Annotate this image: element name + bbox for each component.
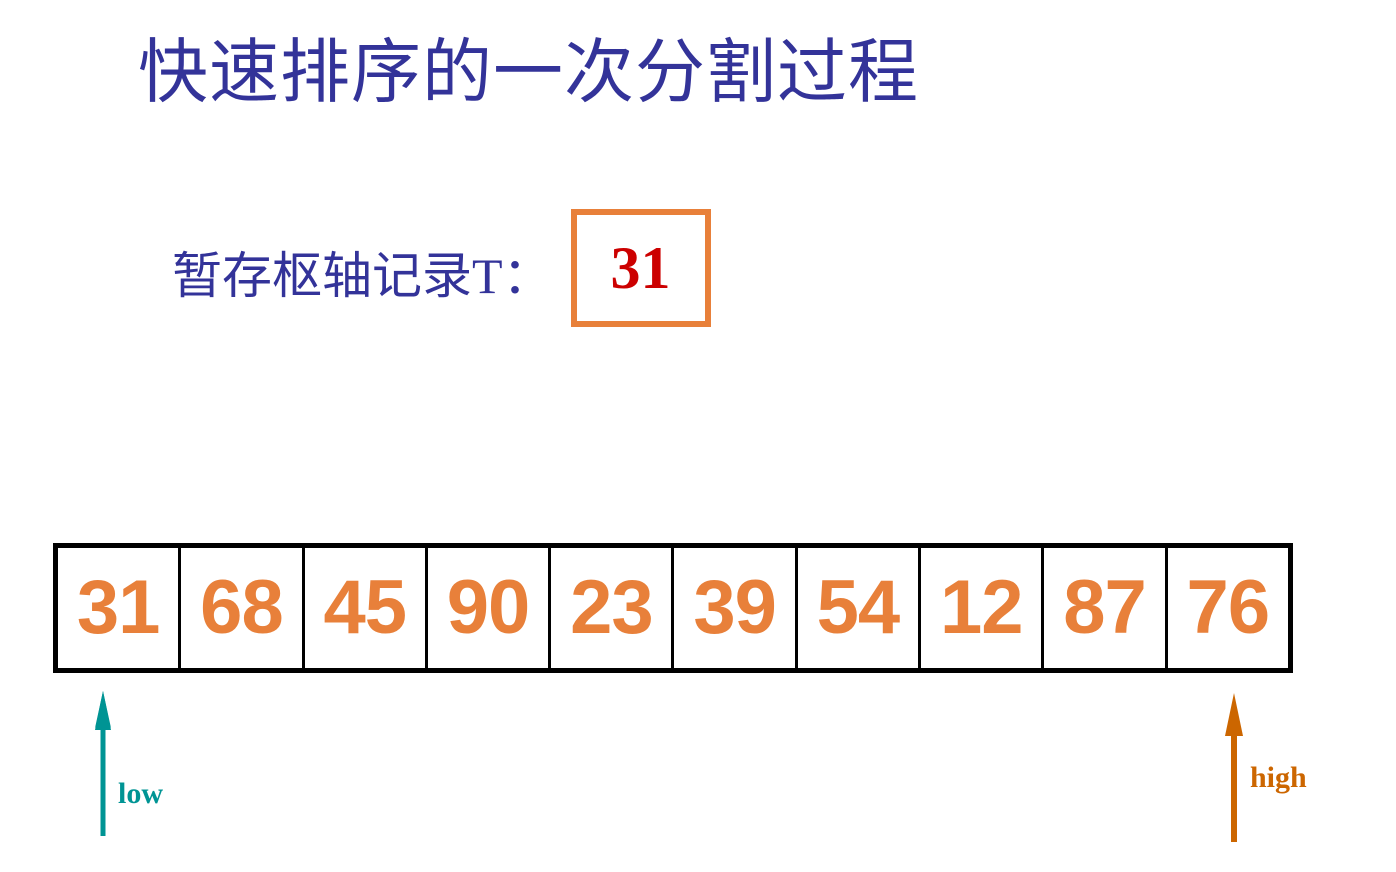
low-pointer: low (92, 688, 163, 836)
array-cell-value: 23 (570, 565, 654, 650)
array-cell: 68 (181, 548, 305, 668)
array-cell-value: 68 (200, 565, 284, 650)
page-title: 快速排序的一次分割过程 (138, 35, 919, 112)
pivot-box: 31 (570, 209, 711, 327)
high-pointer-label: high (1250, 761, 1307, 794)
array-cell-value: 12 (939, 565, 1024, 650)
slide-canvas: 快速排序的一次分割过程 暂存枢轴记录T： 31 31 68 45 90 23 3… (0, 0, 1396, 872)
up-arrow-icon (95, 691, 111, 836)
array-cell-value: 54 (816, 565, 901, 650)
pivot-value: 31 (610, 235, 671, 301)
array-cell: 31 (58, 548, 182, 668)
array-cell-value: 87 (1063, 565, 1147, 650)
array-cell: 76 (1167, 548, 1288, 668)
array-cell: 39 (674, 548, 798, 668)
array-cell-value: 45 (323, 565, 407, 650)
array-container: 31 68 45 90 23 39 54 12 87 76 (53, 543, 1293, 673)
array-cell: 23 (551, 548, 675, 668)
array-cell-value: 90 (446, 565, 531, 650)
array-cell: 45 (304, 548, 428, 668)
array-cell-value: 31 (76, 565, 161, 650)
array-cell: 90 (427, 548, 552, 668)
pivot-row: 暂存枢轴记录T： 31 (172, 207, 711, 329)
high-pointer: high (1222, 690, 1307, 842)
array-cell-value: 76 (1186, 565, 1271, 650)
pivot-label: 暂存枢轴记录T： (172, 248, 553, 304)
array-cell: 87 (1044, 548, 1168, 668)
array-cell: 54 (797, 548, 922, 668)
array-cell: 12 (921, 548, 1045, 668)
low-pointer-label: low (118, 777, 163, 810)
array-cell-value: 39 (693, 565, 777, 650)
